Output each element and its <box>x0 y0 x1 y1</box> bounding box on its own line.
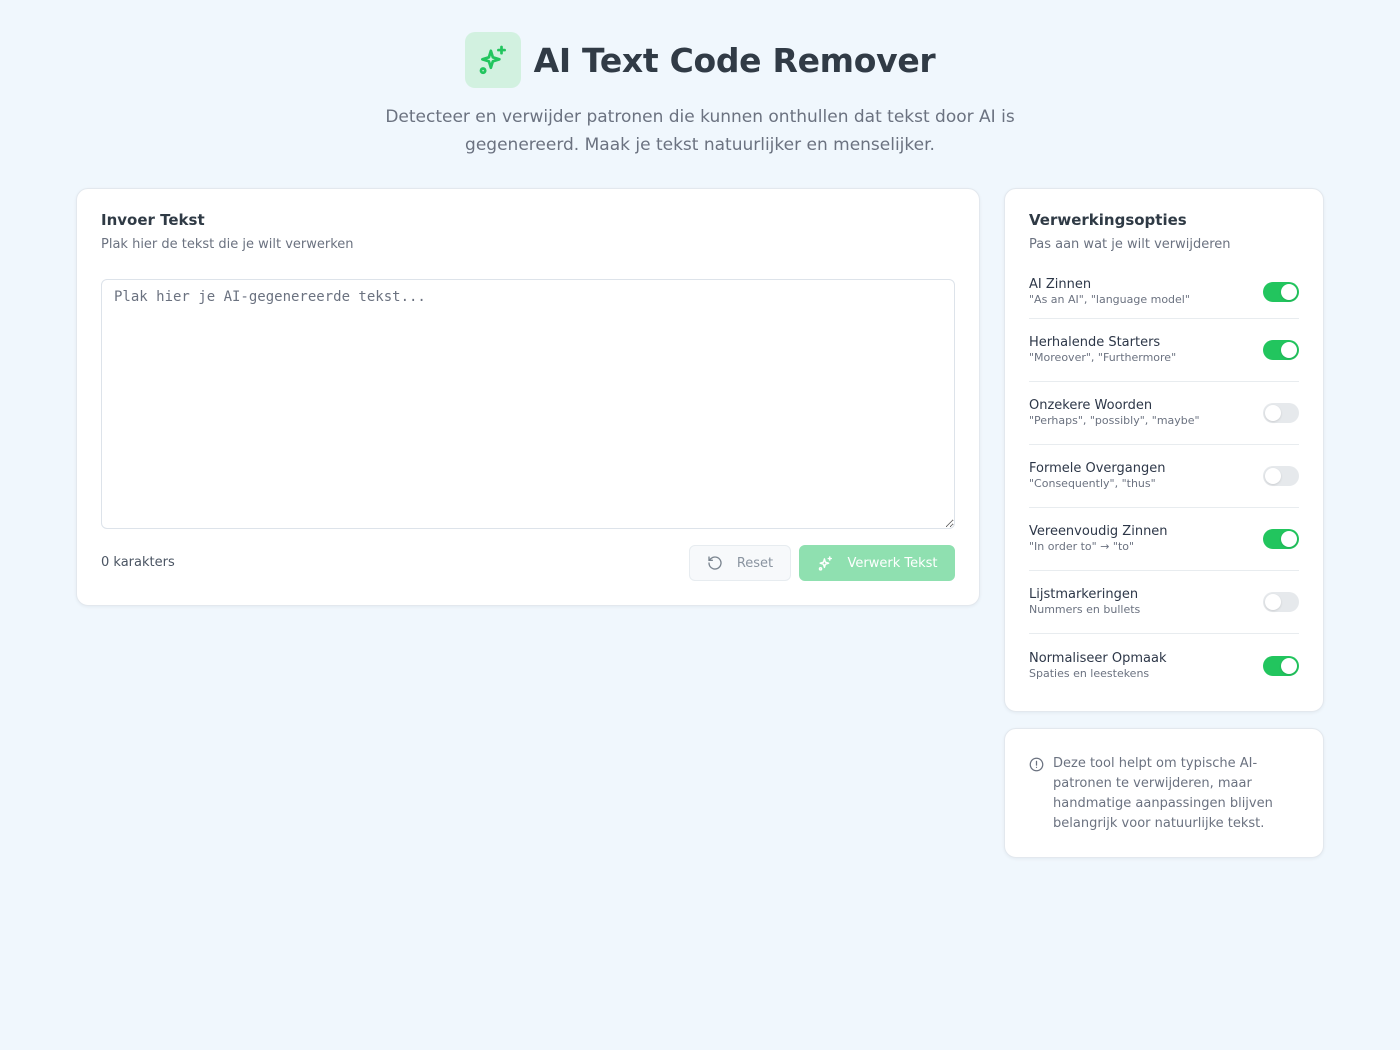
process-button[interactable]: Verwerk Tekst <box>799 545 955 581</box>
option-label: Onzekere Woorden <box>1029 398 1153 413</box>
option-toggle[interactable] <box>1263 403 1299 423</box>
option-toggle[interactable] <box>1263 466 1299 486</box>
process-label: Verwerk Tekst <box>847 555 938 571</box>
info-card: Deze tool helpt om typische AI-patronen … <box>1004 728 1324 858</box>
option-row: Formele Overgangen "Consequently", "thus… <box>1029 445 1299 508</box>
option-label: Herhalende Starters <box>1029 335 1161 350</box>
option-toggle[interactable] <box>1263 655 1299 676</box>
option-row: Lijstmarkeringen Nummers en bullets <box>1029 571 1299 634</box>
info-circle-icon <box>1029 757 1044 772</box>
toggle-knob <box>1281 657 1297 674</box>
toggle-knob <box>1281 531 1297 547</box>
options-card-description: Pas aan wat je wilt verwijderen <box>1029 237 1231 252</box>
toggle-knob <box>1265 405 1281 421</box>
option-description: "Perhaps", "possibly", "maybe" <box>1029 414 1200 427</box>
text-input[interactable] <box>101 279 955 529</box>
app-subtitle: Detecteer en verwijder patronen die kunn… <box>385 107 1015 155</box>
input-card-description: Plak hier de tekst die je wilt verwerken <box>101 237 354 252</box>
option-label: Formele Overgangen <box>1029 461 1166 476</box>
options-card-title: Verwerkingsopties <box>1029 211 1187 229</box>
app-title: AI Text Code Remover <box>533 40 936 80</box>
option-description: Spaties en leestekens <box>1029 666 1150 680</box>
option-description: Nummers en bullets <box>1029 603 1141 616</box>
option-text: Normaliseer Opmaak Spaties en leestekens <box>1029 651 1167 681</box>
option-toggle[interactable] <box>1263 281 1299 302</box>
option-description: "In order to" → "to" <box>1029 540 1135 553</box>
reset-label: Reset <box>736 555 774 571</box>
char-counter: 0 karakters <box>101 555 175 570</box>
title-row: AI Text Code Remover <box>464 32 936 88</box>
option-text: Herhalende Starters "Moreover", "Further… <box>1029 335 1176 365</box>
options-card: Verwerkingsopties Pas aan wat je wilt ve… <box>1004 188 1324 712</box>
option-row: Onzekere Woorden "Perhaps", "possibly", … <box>1029 382 1299 445</box>
option-description: "As an AI", "language model" <box>1029 292 1190 306</box>
option-toggle[interactable] <box>1263 529 1299 549</box>
option-toggle[interactable] <box>1263 592 1299 612</box>
toggle-knob <box>1281 342 1297 358</box>
option-text: Onzekere Woorden "Perhaps", "possibly", … <box>1029 398 1200 428</box>
option-label: AI Zinnen <box>1029 276 1092 292</box>
sparkles-icon <box>818 555 832 571</box>
option-row: AI Zinnen "As an AI", "language model" <box>1029 265 1299 319</box>
option-toggle[interactable] <box>1263 340 1299 360</box>
option-text: AI Zinnen "As an AI", "language model" <box>1029 277 1190 307</box>
sparkles-icon <box>464 32 521 88</box>
reset-icon <box>708 556 722 570</box>
option-label: Normaliseer Opmaak <box>1029 650 1167 666</box>
option-description: "Moreover", "Furthermore" <box>1029 351 1177 364</box>
page-header: AI Text Code Remover Detecteer en verwij… <box>0 32 1400 159</box>
options-list: AI Zinnen "As an AI", "language model" H… <box>1029 265 1299 697</box>
option-row: Herhalende Starters "Moreover", "Further… <box>1029 319 1299 382</box>
option-text: Formele Overgangen "Consequently", "thus… <box>1029 461 1165 491</box>
option-description: "Consequently", "thus" <box>1029 477 1156 490</box>
input-card-title: Invoer Tekst <box>101 211 205 229</box>
toggle-knob <box>1281 283 1297 300</box>
option-label: Lijstmarkeringen <box>1029 587 1139 602</box>
option-text: Vereenvoudig Zinnen "In order to" → "to" <box>1029 524 1168 554</box>
toggle-knob <box>1265 468 1281 484</box>
option-label: Vereenvoudig Zinnen <box>1029 524 1168 539</box>
reset-button[interactable]: Reset <box>689 545 791 581</box>
option-text: Lijstmarkeringen Nummers en bullets <box>1029 587 1140 617</box>
option-row: Vereenvoudig Zinnen "In order to" → "to" <box>1029 508 1299 571</box>
option-row: Normaliseer Opmaak Spaties en leestekens <box>1029 634 1299 697</box>
toggle-knob <box>1265 594 1281 610</box>
input-card: Invoer Tekst Plak hier de tekst die je w… <box>76 188 980 606</box>
info-text: Deze tool helpt om typische AI-patronen … <box>1053 756 1273 831</box>
